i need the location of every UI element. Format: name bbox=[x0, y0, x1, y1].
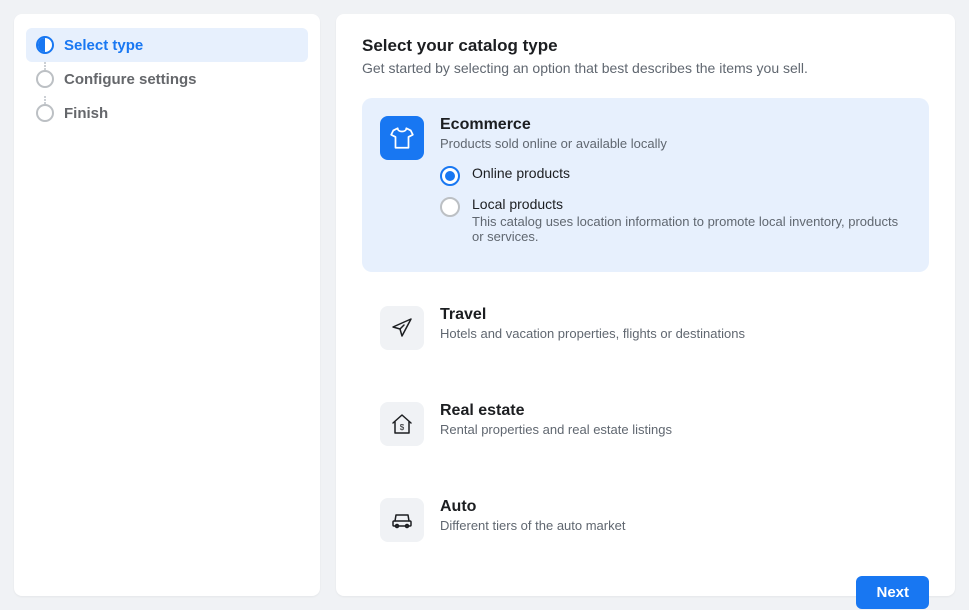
main-panel: Select your catalog type Get started by … bbox=[336, 14, 955, 596]
wizard-sidebar: Select type Configure settings Finish bbox=[14, 14, 320, 596]
option-body: Travel Hotels and vacation properties, f… bbox=[440, 306, 911, 350]
radio-help: This catalog uses location information t… bbox=[472, 214, 911, 244]
footer: Next bbox=[362, 576, 929, 609]
step-finish[interactable]: Finish bbox=[26, 96, 308, 130]
step-indicator-icon bbox=[36, 70, 54, 88]
option-ecommerce[interactable]: Ecommerce Products sold online or availa… bbox=[362, 98, 929, 272]
ecommerce-radio-list: Online products Local products This cata… bbox=[440, 165, 911, 244]
radio-online-products[interactable]: Online products bbox=[440, 165, 911, 186]
next-button[interactable]: Next bbox=[856, 576, 929, 609]
step-indicator-icon bbox=[36, 36, 54, 54]
radio-label: Local products bbox=[472, 196, 911, 212]
airplane-icon bbox=[380, 306, 424, 350]
tshirt-icon bbox=[380, 116, 424, 160]
option-desc: Rental properties and real estate listin… bbox=[440, 422, 911, 437]
svg-text:$: $ bbox=[400, 423, 405, 432]
option-body: Real estate Rental properties and real e… bbox=[440, 402, 911, 446]
step-label: Configure settings bbox=[64, 71, 197, 88]
step-select-type[interactable]: Select type bbox=[26, 28, 308, 62]
option-title: Auto bbox=[440, 498, 911, 516]
option-title: Ecommerce bbox=[440, 116, 911, 134]
option-travel[interactable]: Travel Hotels and vacation properties, f… bbox=[362, 288, 929, 368]
radio-local-products[interactable]: Local products This catalog uses locatio… bbox=[440, 196, 911, 244]
option-body: Auto Different tiers of the auto market bbox=[440, 498, 911, 542]
step-label: Finish bbox=[64, 105, 108, 122]
option-body: Ecommerce Products sold online or availa… bbox=[440, 116, 911, 254]
option-real-estate[interactable]: $ Real estate Rental properties and real… bbox=[362, 384, 929, 464]
radio-label: Online products bbox=[472, 165, 570, 181]
option-title: Real estate bbox=[440, 402, 911, 420]
step-indicator-icon bbox=[36, 104, 54, 122]
step-configure-settings[interactable]: Configure settings bbox=[26, 62, 308, 96]
house-icon: $ bbox=[380, 402, 424, 446]
option-desc: Different tiers of the auto market bbox=[440, 518, 911, 533]
option-title: Travel bbox=[440, 306, 911, 324]
radio-icon bbox=[440, 166, 460, 186]
page-title: Select your catalog type bbox=[362, 36, 929, 56]
car-icon bbox=[380, 498, 424, 542]
option-auto[interactable]: Auto Different tiers of the auto market bbox=[362, 480, 929, 560]
option-desc: Hotels and vacation properties, flights … bbox=[440, 326, 911, 341]
page-subtitle: Get started by selecting an option that … bbox=[362, 60, 929, 76]
radio-icon bbox=[440, 197, 460, 217]
step-label: Select type bbox=[64, 37, 143, 54]
option-desc: Products sold online or available locall… bbox=[440, 136, 911, 151]
